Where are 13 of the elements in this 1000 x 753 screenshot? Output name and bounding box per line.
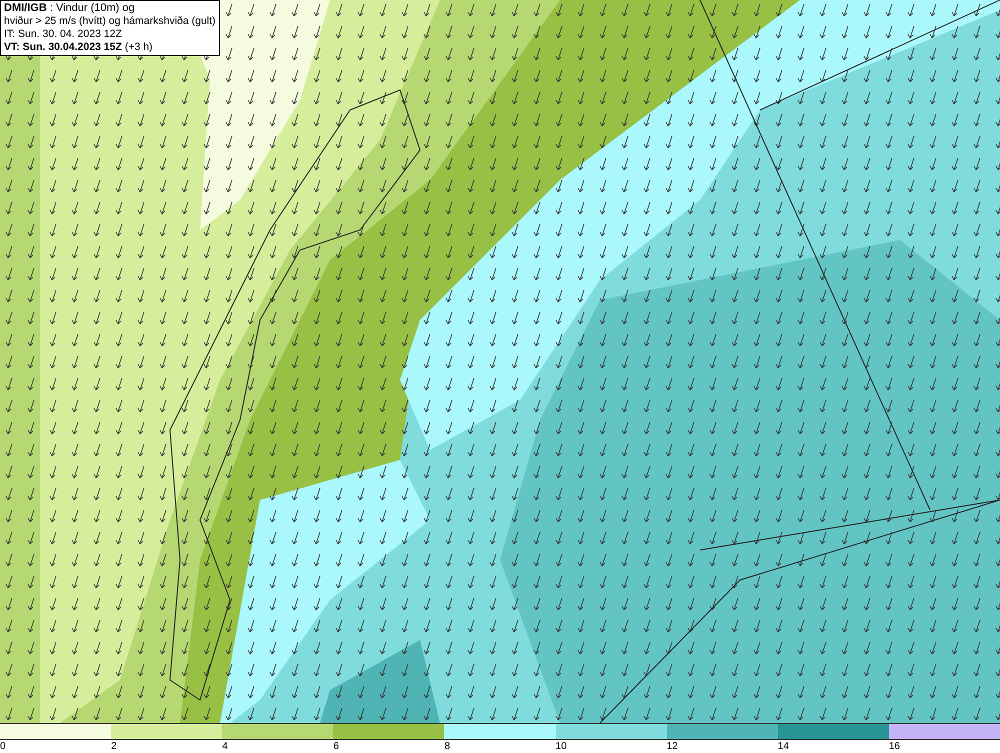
header-text: DMI/IGB : Vindur (10m) og [4, 2, 136, 15]
legend-tick-label: 2 [111, 740, 117, 753]
header-text: IT: Sun. 30. 04. 2023 12Z [4, 28, 123, 41]
legend-tick-label: 8 [444, 740, 450, 753]
legend-tick-label: 0 [0, 740, 6, 753]
legend-tick-label: 12 [666, 740, 678, 753]
header-text: VT: Sun. 30.04.2023 15Z (+3 h) [4, 41, 154, 54]
legend-tick-label: 10 [556, 740, 567, 753]
legend-tick-label: 16 [888, 740, 900, 753]
header-text: hviður > 25 m/s (hvítt) og hámarkshviða (gult) [4, 15, 216, 28]
legend-tick-label: 14 [778, 740, 789, 753]
legend-tick-label: 6 [333, 740, 339, 753]
legend-tick-label: 4 [222, 740, 228, 753]
